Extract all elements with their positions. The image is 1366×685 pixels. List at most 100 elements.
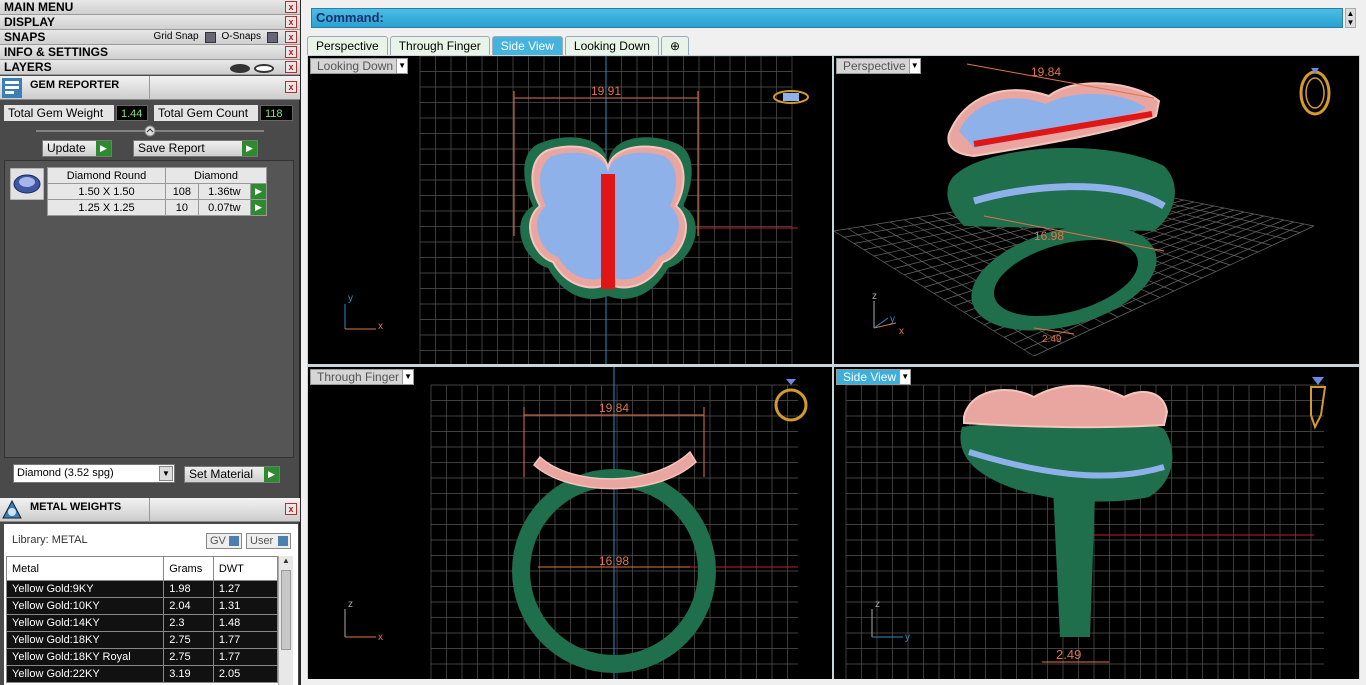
tab-side-view[interactable]: Side View — [491, 36, 563, 55]
main-menu-bar[interactable]: MAIN MENU x — [0, 0, 300, 15]
chevron-down-icon[interactable]: ▼ — [402, 370, 414, 384]
command-scroll[interactable]: ▲ ▼ — [1345, 8, 1356, 28]
close-icon[interactable]: x — [285, 503, 297, 515]
chevron-down-icon[interactable]: ▼ — [908, 59, 920, 73]
gem-row-arrow-icon[interactable]: ▶ — [250, 199, 267, 216]
gem-reporter-title: GEM REPORTER — [30, 79, 120, 91]
gem-reporter-icon — [2, 78, 22, 98]
close-icon[interactable]: x — [285, 46, 297, 58]
ring-model — [947, 82, 1175, 331]
metal-name: Yellow Gold:18KY — [5, 631, 165, 649]
metal-table-scrollbar[interactable]: ▲ — [278, 556, 293, 685]
o-snaps-toggle[interactable] — [267, 31, 278, 43]
metal-name: Yellow Gold:14KY — [5, 614, 165, 632]
gem-size: 1.25 X 1.25 — [46, 199, 167, 216]
close-icon[interactable]: x — [285, 16, 297, 28]
viewport-through-finger[interactable]: 19.84 16.98 z x Through Finger ▼ — [308, 367, 832, 679]
axis-h-label: x — [378, 321, 383, 332]
metal-grams: 2.75 — [163, 631, 214, 649]
close-icon[interactable]: x — [285, 81, 297, 93]
metal-header[interactable]: Metal — [5, 556, 165, 581]
play-icon: ▶ — [96, 141, 111, 156]
round-diamond-icon — [10, 168, 44, 200]
tab-through-finger[interactable]: Through Finger — [389, 36, 490, 55]
close-icon[interactable]: x — [285, 1, 297, 13]
gem-row-arrow-icon[interactable]: ▶ — [250, 183, 267, 200]
update-button[interactable]: Update ▶ — [42, 140, 112, 157]
close-icon[interactable]: x — [285, 31, 297, 43]
viewport-label-side-view[interactable]: Side View ▼ — [836, 369, 912, 385]
layers-label: LAYERS — [4, 60, 52, 74]
viewport-label-looking-down[interactable]: Looking Down ▼ — [310, 58, 409, 74]
add-tab-icon[interactable]: ⊕ — [660, 36, 689, 55]
chevron-down-icon[interactable]: ▼ — [159, 466, 173, 481]
command-bar[interactable]: Command: — [311, 8, 1343, 28]
chevron-down-icon[interactable]: ▼ — [899, 370, 911, 384]
dimension-label: 19.84 — [599, 401, 629, 415]
grams-header[interactable]: Grams — [163, 556, 214, 581]
tab-looking-down[interactable]: Looking Down — [564, 36, 659, 55]
axis-gizmo: z x — [344, 599, 383, 643]
table-row[interactable]: Yellow Gold:9KY 1.98 1.27 — [5, 580, 279, 598]
scroll-up-icon[interactable]: ▲ — [279, 556, 293, 565]
table-row[interactable]: Yellow Gold:18KY Royal 2.75 1.77 — [5, 648, 279, 666]
chevron-down-icon[interactable]: ▼ — [396, 59, 408, 73]
collapse-divider[interactable] — [36, 124, 264, 138]
gem-weight: 0.07tw — [197, 199, 252, 216]
close-icon[interactable]: x — [285, 61, 297, 73]
total-gem-count-label: Total Gem Count — [154, 105, 258, 121]
viewport-label-through-finger[interactable]: Through Finger ▼ — [310, 369, 415, 385]
user-toggle[interactable]: User — [246, 533, 291, 549]
scroll-down-icon[interactable]: ▼ — [1346, 18, 1355, 27]
ring-thumbnail-icon[interactable] — [1299, 68, 1331, 116]
view-tabs: Perspective Through Finger Side View Loo… — [307, 36, 689, 55]
table-row[interactable]: Yellow Gold:22KY 3.19 2.05 — [5, 665, 279, 683]
scroll-thumb[interactable] — [281, 570, 291, 650]
table-row[interactable]: Yellow Gold:10KY 2.04 1.31 — [5, 597, 279, 615]
user-label: User — [250, 535, 274, 547]
gem-count: 10 — [165, 199, 199, 216]
metal-weights-title: METAL WEIGHTS — [30, 501, 122, 513]
axis-v-label: z — [872, 291, 877, 302]
metal-grams: 2.04 — [163, 597, 214, 615]
viewport-perspective[interactable]: 19.84 16.98 2.49 z x y Perspective ▼ — [834, 56, 1359, 364]
material-select[interactable]: Diamond (3.52 spg) ▼ — [13, 464, 175, 483]
material-select-value: Diamond (3.52 spg) — [17, 467, 114, 479]
snaps-bar[interactable]: SNAPS Grid Snap O-Snaps x — [0, 30, 300, 45]
scroll-up-icon[interactable]: ▲ — [1346, 9, 1355, 18]
grid-snap-toggle[interactable] — [204, 31, 216, 43]
metal-name: Yellow Gold:9KY — [5, 580, 165, 598]
display-bar[interactable]: DISPLAY x — [0, 15, 300, 30]
looking-down-scene: 19.91 y x — [344, 56, 809, 364]
eye-closed-icon[interactable] — [230, 64, 250, 74]
toggle-icon — [229, 536, 239, 546]
table-row[interactable]: Yellow Gold:18KY 2.75 1.77 — [5, 631, 279, 649]
gem-row[interactable]: 1.50 X 1.50 108 1.36tw ▶ — [46, 183, 267, 200]
play-icon: ▶ — [264, 467, 279, 482]
ring-thumbnail-icon[interactable] — [1310, 377, 1327, 430]
ring-thumbnail-icon[interactable] — [773, 90, 809, 104]
tab-perspective[interactable]: Perspective — [307, 36, 388, 55]
viewport-looking-down[interactable]: 19.91 y x Looking Down ▼ — [308, 56, 832, 364]
gv-toggle[interactable]: GV — [206, 533, 242, 549]
gem-size: 1.50 X 1.50 — [46, 183, 167, 200]
viewport-label-text: Looking Down — [317, 59, 394, 73]
viewport-label-perspective[interactable]: Perspective ▼ — [836, 58, 921, 74]
dimension-label: 2.49 — [1042, 334, 1062, 345]
viewport-side-view[interactable]: 2.49 z y Side View ▼ — [834, 367, 1359, 679]
save-report-button[interactable]: Save Report ▶ — [133, 140, 258, 157]
table-row[interactable]: Yellow Gold:14KY 2.3 1.48 — [5, 614, 279, 632]
update-label: Update — [47, 141, 86, 155]
display-label: DISPLAY — [4, 15, 55, 29]
info-settings-label: INFO & SETTINGS — [4, 45, 109, 59]
play-icon: ▶ — [242, 141, 257, 156]
metal-name: Yellow Gold:10KY — [5, 597, 165, 615]
gem-row[interactable]: 1.25 X 1.25 10 0.07tw ▶ — [46, 199, 267, 216]
dimension-label: 19.84 — [1031, 65, 1061, 79]
set-material-button[interactable]: Set Material ▶ — [184, 466, 280, 483]
layers-bar[interactable]: LAYERS x — [0, 60, 300, 75]
info-settings-bar[interactable]: INFO & SETTINGS x — [0, 45, 300, 60]
dwt-header[interactable]: DWT — [212, 556, 279, 581]
eye-icon[interactable] — [254, 64, 274, 74]
total-gem-weight-label: Total Gem Weight — [4, 105, 114, 121]
